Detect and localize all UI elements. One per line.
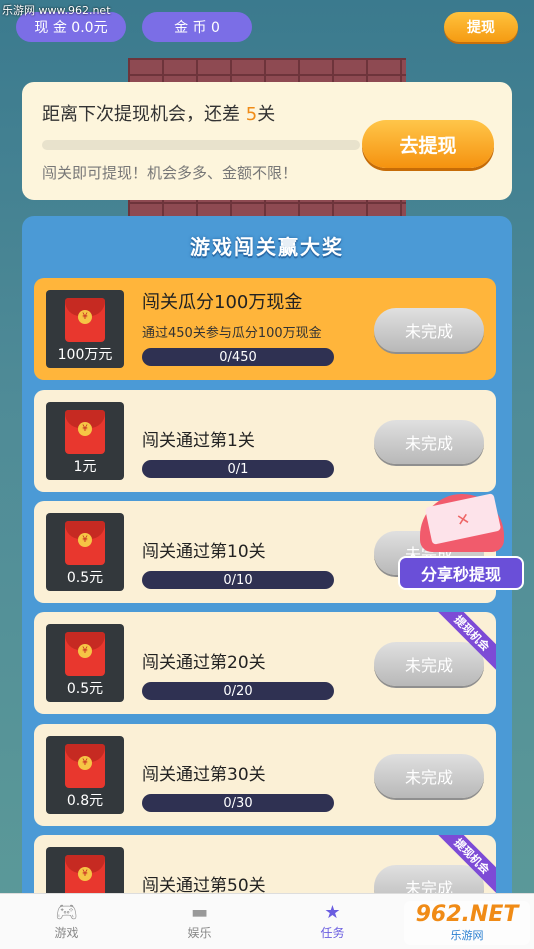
site-watermark: 乐游网 www.962.net <box>2 4 111 17</box>
share-withdraw-label: 分享秒提现 <box>398 556 524 590</box>
next-withdraw-subtitle: 闯关即可提现！机会多多、金额不限！ <box>42 164 298 182</box>
nav-item-tasks[interactable]: ★ 任务 <box>266 894 399 949</box>
withdraw-button[interactable]: 提现 <box>444 12 518 42</box>
remaining-levels: 5 <box>245 104 258 125</box>
nav-item-games[interactable]: 🎮︎ 游戏 <box>0 894 133 949</box>
task-title: 闯关瓜分100万现金 <box>142 292 303 313</box>
task-row: ¥ 100万元 闯关瓜分100万现金 通过450关参与瓜分100万现金 0/45… <box>34 278 496 380</box>
task-row: ¥ 0.8元 闯关通过第30关 0/30 未完成 <box>34 724 496 826</box>
red-packet-icon: ¥ 0.5元 <box>46 624 124 702</box>
next-withdraw-card: 距离下次提现机会，还差 5关 闯关即可提现！机会多多、金额不限！ 去提现 <box>22 82 512 200</box>
next-withdraw-title: 距离下次提现机会，还差 5关 <box>42 104 276 125</box>
next-withdraw-progress <box>42 140 360 150</box>
task-row: ¥ 1元 闯关通过第1关 0/1 未完成 <box>34 390 496 492</box>
task-progress: 0/30 <box>142 794 334 812</box>
red-packet-icon: ¥ 1元 <box>46 402 124 480</box>
go-withdraw-button[interactable]: 去提现 <box>362 120 494 168</box>
task-row: ¥ 0.5元 闯关通过第20关 0/20 未完成 提现机会 <box>34 612 496 714</box>
task-progress: 0/20 <box>142 682 334 700</box>
task-status-button[interactable]: 未完成 <box>374 642 484 686</box>
task-status-button[interactable]: 未完成 <box>374 308 484 352</box>
star-icon: ★ <box>324 902 341 923</box>
video-icon: ▬ <box>190 902 208 923</box>
task-title: 闯关通过第20关 <box>142 653 266 673</box>
task-description: 通过450关参与瓜分100万现金 <box>142 326 322 341</box>
task-progress: 0/1 <box>142 460 334 478</box>
gamepad-icon: 🎮︎ <box>55 902 78 923</box>
task-title: 闯关通过第10关 <box>142 542 266 562</box>
task-status-button[interactable]: 未完成 <box>374 754 484 798</box>
task-title: 闯关通过第30关 <box>142 765 266 785</box>
red-packet-icon: ¥ 0.8元 <box>46 736 124 814</box>
red-packet-icon: ¥ 100万元 <box>46 290 124 368</box>
coin-balance: 金 币 0 <box>142 12 252 42</box>
share-withdraw-badge[interactable]: ✕ 分享秒提现 <box>398 490 524 598</box>
site-logo: 962.NET 乐游网 <box>404 901 530 945</box>
red-packet-icon: ¥ 0.5元 <box>46 513 124 591</box>
task-status-button[interactable]: 未完成 <box>374 420 484 464</box>
task-title: 闯关通过第1关 <box>142 431 255 451</box>
nav-item-entertainment[interactable]: ▬ 娱乐 <box>133 894 266 949</box>
panel-title: 游戏闯关赢大奖 <box>190 234 344 259</box>
task-progress: 0/450 <box>142 348 334 366</box>
task-progress: 0/10 <box>142 571 334 589</box>
